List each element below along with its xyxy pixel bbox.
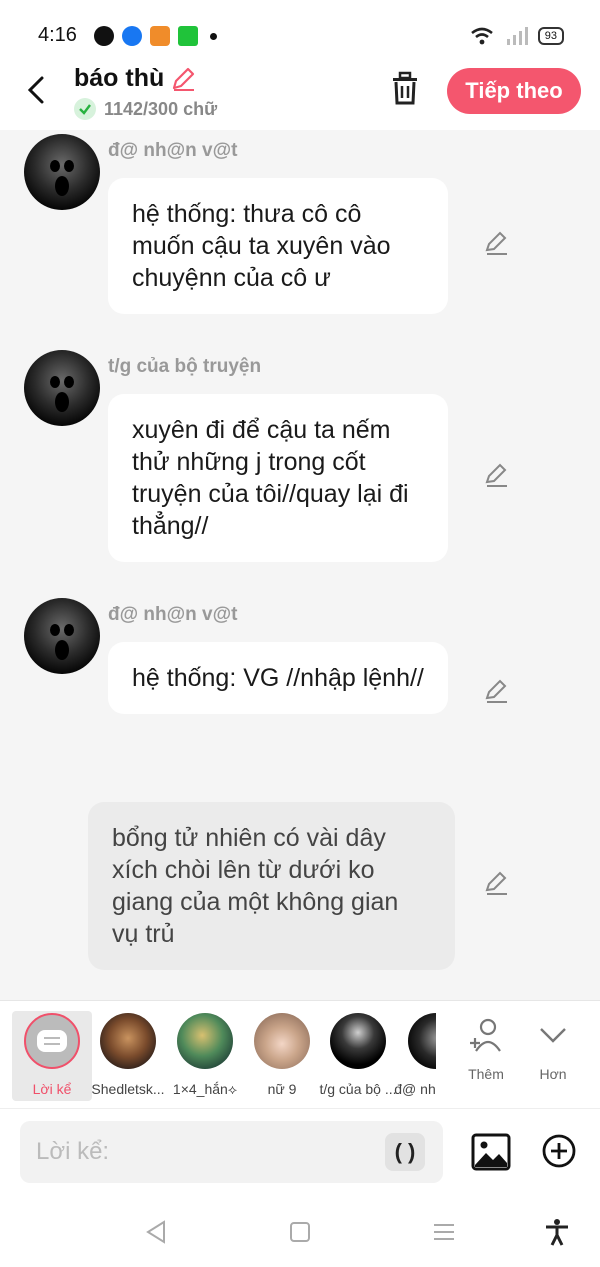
facebook-icon	[122, 26, 142, 46]
speaker-name: t/g của bộ truyện	[108, 356, 262, 377]
game-app-icon	[150, 26, 170, 46]
avatar[interactable]	[24, 134, 100, 210]
edit-pencil-icon[interactable]	[482, 678, 510, 706]
notification-icons	[94, 26, 217, 46]
character-selector: Lời kể Shedletsk... 1×4_hắn⟡ nữ 9 t/g củ…	[0, 1000, 600, 1108]
narration-input[interactable]	[36, 1131, 376, 1173]
avatar[interactable]	[24, 350, 100, 426]
edit-pencil-icon[interactable]	[482, 870, 510, 898]
accessibility-icon[interactable]	[543, 1218, 571, 1246]
character-item[interactable]: nữ 9	[242, 1011, 322, 1101]
nav-back-icon[interactable]	[142, 1218, 170, 1246]
message-list: đ@ nh@n v@t hệ thống: thưa cô cô muốn cậ…	[0, 130, 600, 1000]
calculator-app-icon	[178, 26, 198, 46]
add-person-icon	[470, 1018, 501, 1052]
speaker-name: đ@ nh@n v@t	[108, 604, 238, 625]
more-notifications-dot-icon	[210, 32, 217, 40]
character-label: Lời kể	[32, 1081, 72, 1097]
character-item[interactable]: 1×4_hắn⟡	[165, 1011, 245, 1101]
character-item[interactable]: t/g của bộ ...	[318, 1011, 398, 1101]
message-bubble[interactable]: hệ thống: thưa cô cô muốn cậu ta xuyên v…	[108, 178, 448, 314]
narration-icon	[24, 1013, 80, 1069]
avatar[interactable]	[24, 598, 100, 674]
message-bubble[interactable]: hệ thống: VG //nhập lệnh//	[108, 642, 448, 714]
add-circle-icon[interactable]	[541, 1133, 577, 1169]
status-time: 4:16	[38, 24, 77, 46]
character-label: nữ 9	[267, 1081, 297, 1097]
chevron-down-icon	[540, 1028, 566, 1043]
page-title: báo thù	[74, 64, 165, 92]
character-label: 1×4_hắn⟡	[172, 1081, 238, 1097]
image-icon[interactable]	[471, 1133, 511, 1171]
messenger-icon	[94, 26, 114, 46]
system-nav-bar	[0, 1194, 600, 1267]
signal-icon	[506, 27, 528, 45]
character-avatar	[100, 1013, 156, 1069]
word-count: 1142/300 chữ	[104, 98, 218, 119]
character-label: t/g của bộ ...	[319, 1081, 397, 1097]
character-label: Shedletsk...	[91, 1081, 165, 1097]
trash-icon[interactable]	[388, 70, 422, 106]
text-input-container: ( )	[20, 1121, 443, 1183]
back-button[interactable]	[22, 72, 52, 108]
input-bar: ( )	[0, 1108, 600, 1194]
system-status-icons: 93	[470, 26, 564, 46]
character-narrator[interactable]: Lời kể	[12, 1011, 92, 1101]
next-button[interactable]: Tiếp theo	[447, 68, 581, 114]
edit-title-icon[interactable]	[168, 64, 198, 94]
edit-pencil-icon[interactable]	[482, 462, 510, 490]
character-avatar	[330, 1013, 386, 1069]
expand-label: Hơn	[539, 1066, 567, 1082]
character-item[interactable]: Shedletsk...	[88, 1011, 168, 1101]
narration-bubble[interactable]: bổng tử nhiên có vài dây xích chòi lên t…	[88, 802, 455, 970]
battery-icon: 93	[537, 27, 564, 45]
word-count-row: 1142/300 chữ	[74, 98, 217, 120]
more-label: Thêm	[468, 1066, 504, 1082]
nav-home-icon[interactable]	[286, 1218, 314, 1246]
character-label: đ@ nh	[394, 1081, 436, 1097]
wifi-icon	[470, 27, 493, 45]
speaker-name: đ@ nh@n v@t	[108, 140, 238, 161]
parentheses-button[interactable]: ( )	[385, 1133, 425, 1171]
add-character-button[interactable]: Thêm	[456, 1015, 516, 1082]
character-avatar	[254, 1013, 310, 1069]
check-icon	[74, 98, 96, 120]
message-bubble[interactable]: xuyên đi để cậu ta nếm thử những j trong…	[108, 394, 448, 562]
character-item[interactable]: đ@ nh	[394, 1011, 436, 1101]
nav-recents-icon[interactable]	[430, 1218, 458, 1246]
character-avatar	[408, 1013, 436, 1069]
header: báo thù 1142/300 chữ Tiếp theo	[0, 60, 600, 130]
expand-button[interactable]: Hơn	[523, 1015, 583, 1082]
edit-pencil-icon[interactable]	[482, 230, 510, 258]
character-avatar	[177, 1013, 233, 1069]
